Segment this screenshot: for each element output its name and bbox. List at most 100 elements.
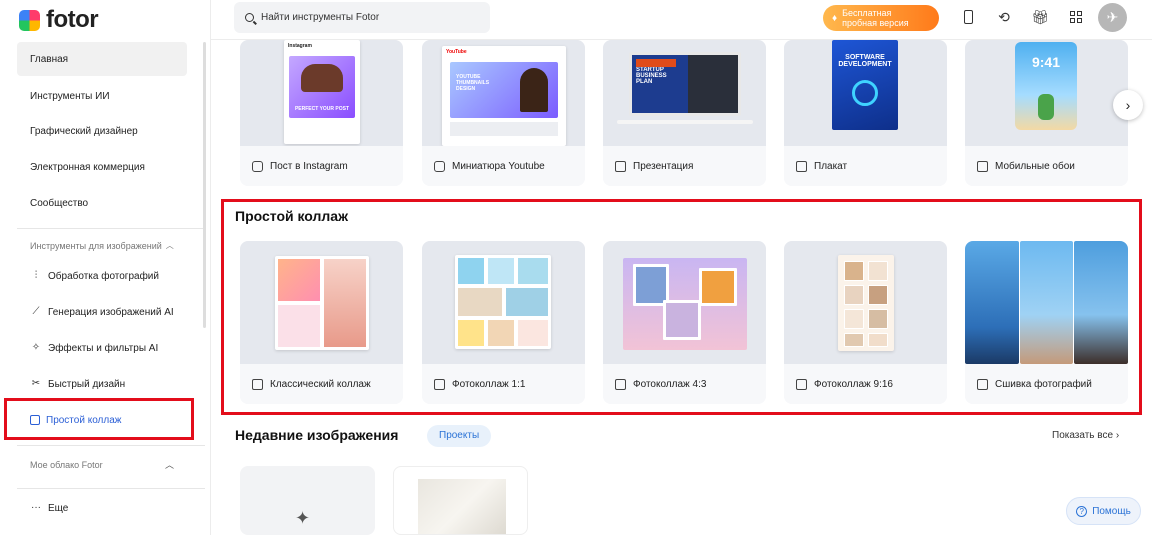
sidebar-item-label: Еще bbox=[48, 502, 69, 514]
sidebar-item-label: Главная bbox=[30, 53, 69, 65]
chevron-right-icon: › bbox=[1115, 430, 1120, 441]
mobile-icon[interactable] bbox=[959, 8, 977, 26]
collage-section-title: Простой коллаж bbox=[235, 208, 349, 224]
youtube-mockup: YouTube YOUTUBE THUMBNAILS DESIGN bbox=[442, 46, 566, 146]
sidebar-item-ecommerce[interactable]: Электронная коммерция bbox=[17, 150, 187, 184]
image-tools-header[interactable]: Инструменты для изображений ︿ bbox=[17, 240, 187, 251]
divider bbox=[17, 228, 205, 229]
recent-section-title: Недавние изображения bbox=[235, 427, 399, 443]
question-icon: ? bbox=[1076, 505, 1088, 517]
card-thumbnail bbox=[965, 241, 1128, 364]
presentation-icon bbox=[615, 160, 626, 172]
card-label-row: Сшивка фотографий bbox=[965, 364, 1128, 404]
card-label-row: Презентация bbox=[603, 146, 766, 186]
free-trial-button[interactable]: ♦ Бесплатная пробная версия bbox=[823, 5, 939, 31]
sidebar-item-more[interactable]: ··· Еще bbox=[17, 493, 187, 523]
projects-tab[interactable]: Проекты bbox=[427, 425, 492, 447]
card-label: Сшивка фотографий bbox=[995, 378, 1092, 390]
recent-thumbnail bbox=[418, 479, 506, 534]
history-icon[interactable]: ⟲ bbox=[995, 8, 1013, 26]
collage-card-9-16[interactable]: Фотоколлаж 9:16 bbox=[784, 241, 947, 404]
magic-wand-icon: ⟋ bbox=[32, 306, 40, 317]
card-label-row: Плакат bbox=[784, 146, 947, 186]
card-label-row: Миниатюра Youtube bbox=[422, 146, 585, 186]
collage-card-1-1[interactable]: Фотоколлаж 1:1 bbox=[422, 241, 585, 404]
apps-grid-icon[interactable] bbox=[1067, 8, 1085, 26]
card-label-row: Пост в Instagram bbox=[240, 146, 403, 186]
instagram-thumb-text: PERFECT YOUR POST bbox=[294, 106, 350, 112]
youtube-icon bbox=[434, 160, 445, 172]
cloud-header[interactable]: Мое облако Fotor ︿ bbox=[17, 458, 187, 471]
search-input[interactable]: Найти инструменты Fotor bbox=[234, 2, 490, 33]
sidebar-item-home[interactable]: Главная bbox=[17, 42, 187, 76]
card-label: Презентация bbox=[633, 160, 694, 172]
youtube-thumb-text: YOUTUBE THUMBNAILS DESIGN bbox=[456, 74, 490, 92]
card-thumbnail: SOFTWARE DEVELOPMENT bbox=[784, 40, 947, 146]
card-thumbnail: STARTUP BUSINESS PLAN bbox=[603, 40, 766, 146]
help-button[interactable]: ? Помощь bbox=[1066, 497, 1141, 525]
design-tools-icon: ✂ bbox=[31, 378, 41, 389]
collage-preview bbox=[838, 255, 894, 351]
logo[interactable]: fotor bbox=[19, 6, 99, 34]
sidebar-item-community[interactable]: Сообщество bbox=[17, 186, 187, 220]
recent-item-new[interactable]: ✦ bbox=[240, 466, 375, 535]
stitch-icon bbox=[977, 378, 988, 390]
card-label-row: Фотоколлаж 4:3 bbox=[603, 364, 766, 404]
template-card-wallpaper[interactable]: 9:41 Мобильные обои bbox=[965, 40, 1128, 186]
chevron-up-icon: ︿ bbox=[164, 460, 174, 470]
template-card-instagram[interactable]: Instagram PERFECT YOUR POST Пост в Insta… bbox=[240, 40, 403, 186]
card-label-row: Мобильные обои bbox=[965, 146, 1128, 186]
card-label: Миниатюра Youtube bbox=[452, 160, 545, 172]
card-label-row: Фотоколлаж 9:16 bbox=[784, 364, 947, 404]
card-label: Фотоколлаж 1:1 bbox=[452, 378, 526, 390]
magic-wand-icon: ✦ bbox=[295, 508, 311, 528]
trial-line-1: Бесплатная bbox=[842, 8, 892, 18]
sidebar-scrollbar[interactable] bbox=[203, 42, 206, 328]
template-card-youtube[interactable]: YouTube YOUTUBE THUMBNAILS DESIGN Миниат… bbox=[422, 40, 585, 186]
avatar[interactable]: ✈ bbox=[1098, 3, 1127, 32]
collage-card-stitch[interactable]: Сшивка фотографий bbox=[965, 241, 1128, 404]
search-icon bbox=[245, 13, 254, 22]
sidebar-item-label: Генерация изображений AI bbox=[48, 306, 174, 318]
fotor-logo-icon bbox=[19, 9, 40, 31]
sidebar-item-label: Графический дизайнер bbox=[30, 125, 138, 137]
phone-mockup: 9:41 bbox=[1015, 42, 1077, 130]
poster-mockup: SOFTWARE DEVELOPMENT bbox=[832, 40, 898, 130]
card-label: Классический коллаж bbox=[270, 378, 371, 390]
sidebar: fotor Главная Инструменты ИИ Графический… bbox=[0, 0, 211, 535]
template-card-presentation[interactable]: STARTUP BUSINESS PLAN Презентация bbox=[603, 40, 766, 186]
divider bbox=[17, 445, 205, 446]
divider bbox=[17, 488, 205, 489]
sidebar-item-quick-design[interactable]: ✂ Быстрый дизайн bbox=[17, 369, 187, 399]
chevron-up-icon: ︿ bbox=[165, 241, 174, 250]
sidebar-item-ai-effects[interactable]: ✧ Эффекты и фильтры AI bbox=[17, 333, 187, 363]
show-all-link[interactable]: Показать все › bbox=[1052, 430, 1119, 441]
sidebar-item-ai-generation[interactable]: ⟋ Генерация изображений AI bbox=[17, 297, 187, 327]
collage-card-classic[interactable]: Классический коллаж bbox=[240, 241, 403, 404]
card-thumbnail bbox=[422, 241, 585, 364]
diamond-icon: ♦ bbox=[832, 12, 838, 24]
search-placeholder: Найти инструменты Fotor bbox=[261, 12, 380, 23]
sliders-icon: ⫶ bbox=[34, 270, 38, 281]
instagram-icon bbox=[252, 160, 263, 172]
card-label: Плакат bbox=[814, 160, 848, 172]
gift-icon[interactable]: 🎁︎ bbox=[1031, 8, 1049, 26]
collage-card-4-3[interactable]: Фотоколлаж 4:3 bbox=[603, 241, 766, 404]
sidebar-item-photo-editing[interactable]: ⫶ Обработка фотографий bbox=[17, 261, 187, 291]
section-title: Мое облако Fotor bbox=[30, 459, 103, 470]
show-all-label: Показать все bbox=[1052, 430, 1114, 441]
sidebar-item-label: Быстрый дизайн bbox=[48, 378, 126, 390]
card-thumbnail: Instagram PERFECT YOUR POST bbox=[240, 40, 403, 146]
sidebar-item-graphic-designer[interactable]: Графический дизайнер bbox=[17, 114, 187, 148]
template-card-poster[interactable]: SOFTWARE DEVELOPMENT Плакат bbox=[784, 40, 947, 186]
carousel-next-button[interactable]: › bbox=[1113, 90, 1143, 120]
card-label-row: Классический коллаж bbox=[240, 364, 403, 404]
poster-icon bbox=[796, 160, 807, 172]
section-title: Инструменты для изображений bbox=[30, 240, 162, 251]
recent-item-image[interactable] bbox=[393, 466, 528, 535]
sidebar-item-ai-tools[interactable]: Инструменты ИИ bbox=[17, 79, 187, 113]
image-icon bbox=[796, 378, 807, 390]
laptop-screen: STARTUP BUSINESS PLAN bbox=[629, 52, 741, 116]
logo-text: fotor bbox=[46, 6, 99, 33]
sidebar-item-label: Электронная коммерция bbox=[30, 161, 145, 173]
